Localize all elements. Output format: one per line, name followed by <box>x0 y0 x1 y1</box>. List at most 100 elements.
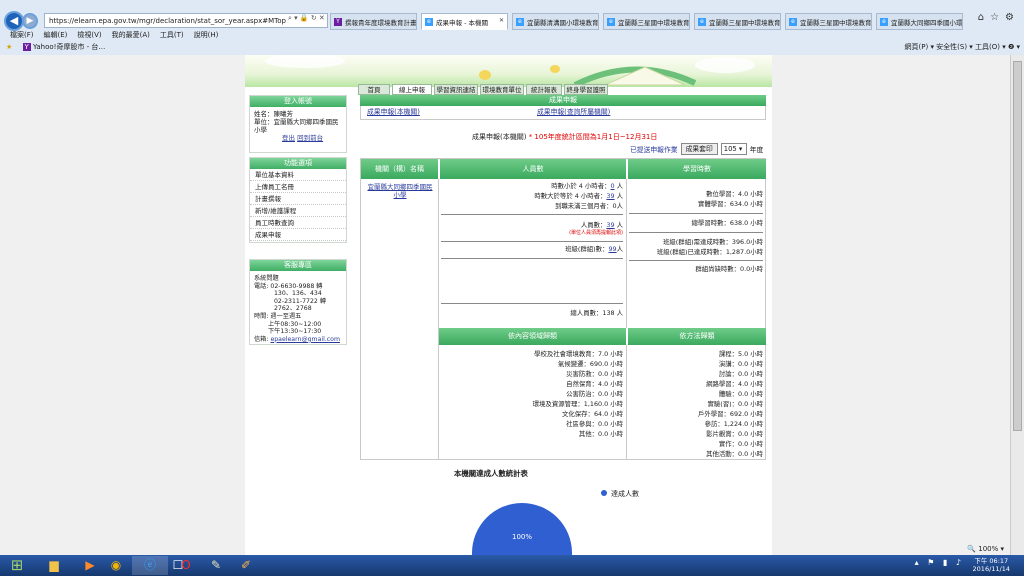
method-row: 影片觀賞：0.0 小時 <box>629 429 763 439</box>
staff-class-label: 班級(群組)數： <box>565 245 609 253</box>
content-tab[interactable]: 線上申報 <box>392 84 432 95</box>
staff-grand-row: 總人員數：138 人 <box>441 308 623 318</box>
forward-button[interactable]: ▶ <box>22 13 38 29</box>
sidebar-func-item[interactable]: 新增/維護課程 <box>250 205 346 217</box>
yahoo-icon: Y <box>22 43 31 51</box>
windows-taskbar: ⊞ ▆ ▶ ◉ ⓔ ☐ O ✎ ✐ ▴ ⚑ ▮ ♪ 下午 06:17 2016/… <box>0 555 1024 576</box>
service-info-line: 電話: 02-6630-9988 轉 <box>254 282 323 290</box>
window-controls[interactable]: ⌂☆⚙ <box>978 12 1020 23</box>
content-tab[interactable]: 環境教育單位 <box>480 84 524 95</box>
staff-class-value[interactable]: 99 <box>608 245 616 253</box>
staff-under3mo-label: 到職未滿三個月者： <box>555 202 613 210</box>
domain-row-label: 文化保存： <box>562 410 594 418</box>
method-row: 戶外學習：692.0 小時 <box>629 409 763 419</box>
browser-tab[interactable]: Y 撰報貴年度環境教育計畫… <box>330 13 417 30</box>
content-tab[interactable]: 首頁 <box>358 84 390 95</box>
paint-icon[interactable]: ✐ <box>228 556 264 575</box>
link-sub-report[interactable]: 成果申報(查詢所屬機關) <box>537 106 610 119</box>
staff-under4-value[interactable]: 0 <box>610 182 614 190</box>
hours-digital: 數位學習：4.0 小時 <box>706 190 763 198</box>
domain-row-value: 0.0 小時 <box>598 390 623 398</box>
logout-link[interactable]: 登出 <box>282 134 295 142</box>
unit-label: 單位： <box>254 118 274 126</box>
menu-item[interactable]: 編輯(E) <box>44 31 68 39</box>
browser-tab[interactable]: e 宜蘭縣三星國中環境教育… <box>603 13 690 30</box>
service-info-line: 130、136、434 <box>274 290 322 298</box>
method-row-label: 網路學習： <box>706 380 739 388</box>
name-label: 姓名： <box>254 110 274 118</box>
favorites-star-icon[interactable]: ★ <box>6 43 12 51</box>
domain-row: 其他：0.0 小時 <box>441 429 623 439</box>
close-tab-icon[interactable]: ✕ <box>499 17 504 24</box>
browser-tab[interactable]: e 宜蘭縣大同鄉四季國小環… <box>876 13 963 30</box>
favorite-link[interactable]: Yahoo!奇摩股市 - 台… <box>33 43 105 51</box>
menu-item[interactable]: 工具(T) <box>160 31 184 39</box>
menu-item[interactable]: 我的最愛(A) <box>112 31 150 39</box>
domain-row-value: 4.0 小時 <box>598 380 623 388</box>
menu-item[interactable]: 說明(H) <box>194 31 219 39</box>
start-button[interactable]: ⊞ <box>2 556 32 575</box>
sidebar-func-item[interactable]: 成果申報 <box>250 229 346 241</box>
method-row-value: 1,224.0 小時 <box>723 420 763 428</box>
domain-row-value: 0.0 小時 <box>598 430 623 438</box>
back-button[interactable]: ◀ <box>4 11 24 31</box>
service-panel-title: 客服專區 <box>250 260 346 271</box>
sidebar-func-item[interactable]: 員工時數查詢 <box>250 217 346 229</box>
method-row-label: 參訪： <box>704 420 724 428</box>
method-row-label: 影片觀賞： <box>706 430 739 438</box>
content-tab[interactable]: 統計報表 <box>526 84 562 95</box>
staff-grand-value: 138 人 <box>602 309 623 317</box>
service-info: 系統問題 電話: 02-6630-9988 轉 130、136、434 02-2311… <box>250 271 346 336</box>
legend-marker <box>601 490 607 496</box>
year-select[interactable]: 105 ▾ <box>720 143 747 155</box>
method-row: 演講：0.0 小時 <box>629 359 763 369</box>
method-row-label: 討論： <box>718 370 739 378</box>
hours-column: 數位學習：4.0 小時 實體學習：634.0 小時 總學習時數：638.0 小時… <box>629 189 763 274</box>
login-panel-title: 登入帳號 <box>250 96 346 107</box>
email-link[interactable]: epaelearn@gmail.com <box>270 336 340 343</box>
vertical-scrollbar[interactable] <box>1010 55 1024 555</box>
method-row-label: 體驗： <box>718 390 739 398</box>
menu-item[interactable]: 檔案(F) <box>10 31 34 39</box>
ie-tab-icon: e <box>516 18 524 26</box>
tray-icons[interactable]: ▴ ⚑ ▮ ♪ <box>915 558 964 567</box>
content-tab[interactable]: 學習資訊連結 <box>434 84 478 95</box>
hours-class-done: 班級(群組)已達成時數：1,287.0小時 <box>656 248 763 256</box>
ie-tab-icon: e <box>880 18 888 26</box>
sidebar-func-item[interactable]: 上傳員工名冊 <box>250 181 346 193</box>
explorer-icon[interactable]: ▆ <box>36 556 72 575</box>
sidebar-func-item[interactable]: 計畫撰報 <box>250 193 346 205</box>
report-period-notice: * 105年度統計區間為1月1日~12月31日 <box>528 133 658 141</box>
command-bar[interactable]: 網頁(P) ▾ 安全性(S) ▾ 工具(O) ▾ ❷ ▾ <box>905 42 1020 52</box>
method-row-value: 0.0 小時 <box>738 440 763 448</box>
domain-row-label: 社區參與： <box>566 420 599 428</box>
browser-tab[interactable]: e 宜蘭縣三星國中環境教育… <box>694 13 781 30</box>
clock[interactable]: 下午 06:17 2016/11/14 <box>973 557 1010 573</box>
print-button[interactable]: 成果套印 <box>680 143 718 155</box>
domain-row-label: 自然保育： <box>566 380 599 388</box>
browser-tab[interactable]: e 宜蘭縣三星國中環境教育… <box>785 13 872 30</box>
method-row-value: 0.0 小時 <box>738 370 763 378</box>
address-bar[interactable]: https://elearn.epa.gov.tw/mgr/declaratio… <box>44 13 328 28</box>
staff-over4-value[interactable]: 39 <box>606 192 614 200</box>
hours-class-assigned: 班級(群組)需達成時數：396.0小時 <box>663 238 763 246</box>
staff-total-value[interactable]: 39 <box>606 221 614 229</box>
ie-tab-icon: e <box>425 18 433 26</box>
browser-tab[interactable]: e 宜蘭縣清溝國小環境教育… <box>512 13 599 30</box>
chrome-icon[interactable]: ◉ <box>98 556 134 575</box>
domain-row: 學校及社會環境教育：7.0 小時 <box>441 349 623 359</box>
service-info-line: 下午13:30~17:30 <box>268 328 322 336</box>
user-name: 陳曦芳 <box>273 110 294 118</box>
org-name-link[interactable]: 宜蘭縣大同鄉四季國民小學 <box>365 183 435 199</box>
home-link[interactable]: 回到前台 <box>297 134 323 142</box>
zoom-indicator[interactable]: 🔍 100% ▾ <box>967 545 1004 553</box>
link-own-report[interactable]: 成果申報(本機關) <box>367 106 420 119</box>
staff-over4-label: 時數大於等於 4 小時者： <box>534 192 607 200</box>
browser-tab[interactable]: e 成果申報 - 本機關 ✕ <box>421 13 508 30</box>
sidebar-func-item[interactable]: 單位基本資料 <box>250 169 346 181</box>
address-bar-icons[interactable]: ⌕ ▾ 🔒 ↻ ✕ <box>288 14 326 23</box>
browser-tab-label: 成果申報 - 本機關 <box>436 19 488 27</box>
menu-item[interactable]: 檢視(V) <box>77 31 101 39</box>
scrollbar-thumb[interactable] <box>1013 61 1022 431</box>
content-tab[interactable]: 終身學習護照 <box>564 84 608 95</box>
